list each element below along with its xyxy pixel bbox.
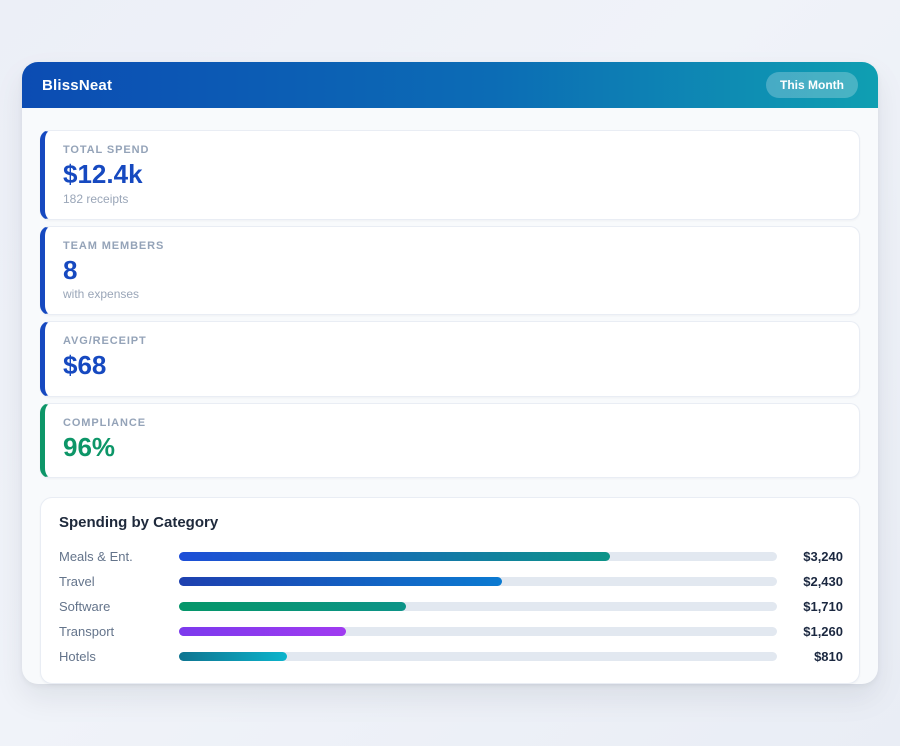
bar-fill [179,602,406,611]
stat-value: 8 [63,254,841,287]
bar-track [179,602,777,611]
category-row-travel: Travel $2,430 [59,569,843,594]
stat-subtext: with expenses [63,287,841,301]
stat-card-team-members: TEAM MEMBERS 8 with expenses [40,226,860,316]
category-row-transport: Transport $1,260 [59,619,843,644]
panel-title: Spending by Category [59,514,843,531]
category-label: Meals & Ent. [59,549,179,564]
bar-fill [179,577,502,586]
category-label: Travel [59,574,179,589]
category-amount: $1,710 [777,599,843,614]
stat-value: $68 [63,349,841,382]
stat-subtext: 182 receipts [63,192,841,206]
category-row-software: Software $1,710 [59,594,843,619]
stat-value: 96% [63,431,841,464]
app-title: BlissNeat [42,77,112,94]
dashboard-content: TOTAL SPEND $12.4k 182 receipts TEAM MEM… [22,108,878,684]
period-badge[interactable]: This Month [766,72,858,98]
stat-label: TOTAL SPEND [63,144,841,156]
category-label: Transport [59,624,179,639]
category-amount: $3,240 [777,549,843,564]
stat-value: $12.4k [63,158,841,191]
bar-fill [179,652,287,661]
stat-card-compliance: COMPLIANCE 96% [40,403,860,479]
category-amount: $810 [777,649,843,664]
category-amount: $2,430 [777,574,843,589]
app-header: BlissNeat This Month [22,62,878,108]
stat-label: AVG/RECEIPT [63,335,841,347]
category-label: Software [59,599,179,614]
bar-track [179,627,777,636]
category-row-hotels: Hotels $810 [59,644,843,669]
dashboard-window: BlissNeat This Month TOTAL SPEND $12.4k … [22,62,878,684]
stat-card-avg-receipt: AVG/RECEIPT $68 [40,321,860,397]
category-label: Hotels [59,649,179,664]
bar-track [179,577,777,586]
bar-track [179,652,777,661]
bar-track [179,552,777,561]
spending-by-category-panel: Spending by Category Meals & Ent. $3,240… [40,497,860,684]
stat-label: COMPLIANCE [63,417,841,429]
stat-label: TEAM MEMBERS [63,240,841,252]
category-row-meals: Meals & Ent. $3,240 [59,544,843,569]
bar-fill [179,627,346,636]
stat-card-total-spend: TOTAL SPEND $12.4k 182 receipts [40,130,860,220]
bar-fill [179,552,610,561]
category-amount: $1,260 [777,624,843,639]
